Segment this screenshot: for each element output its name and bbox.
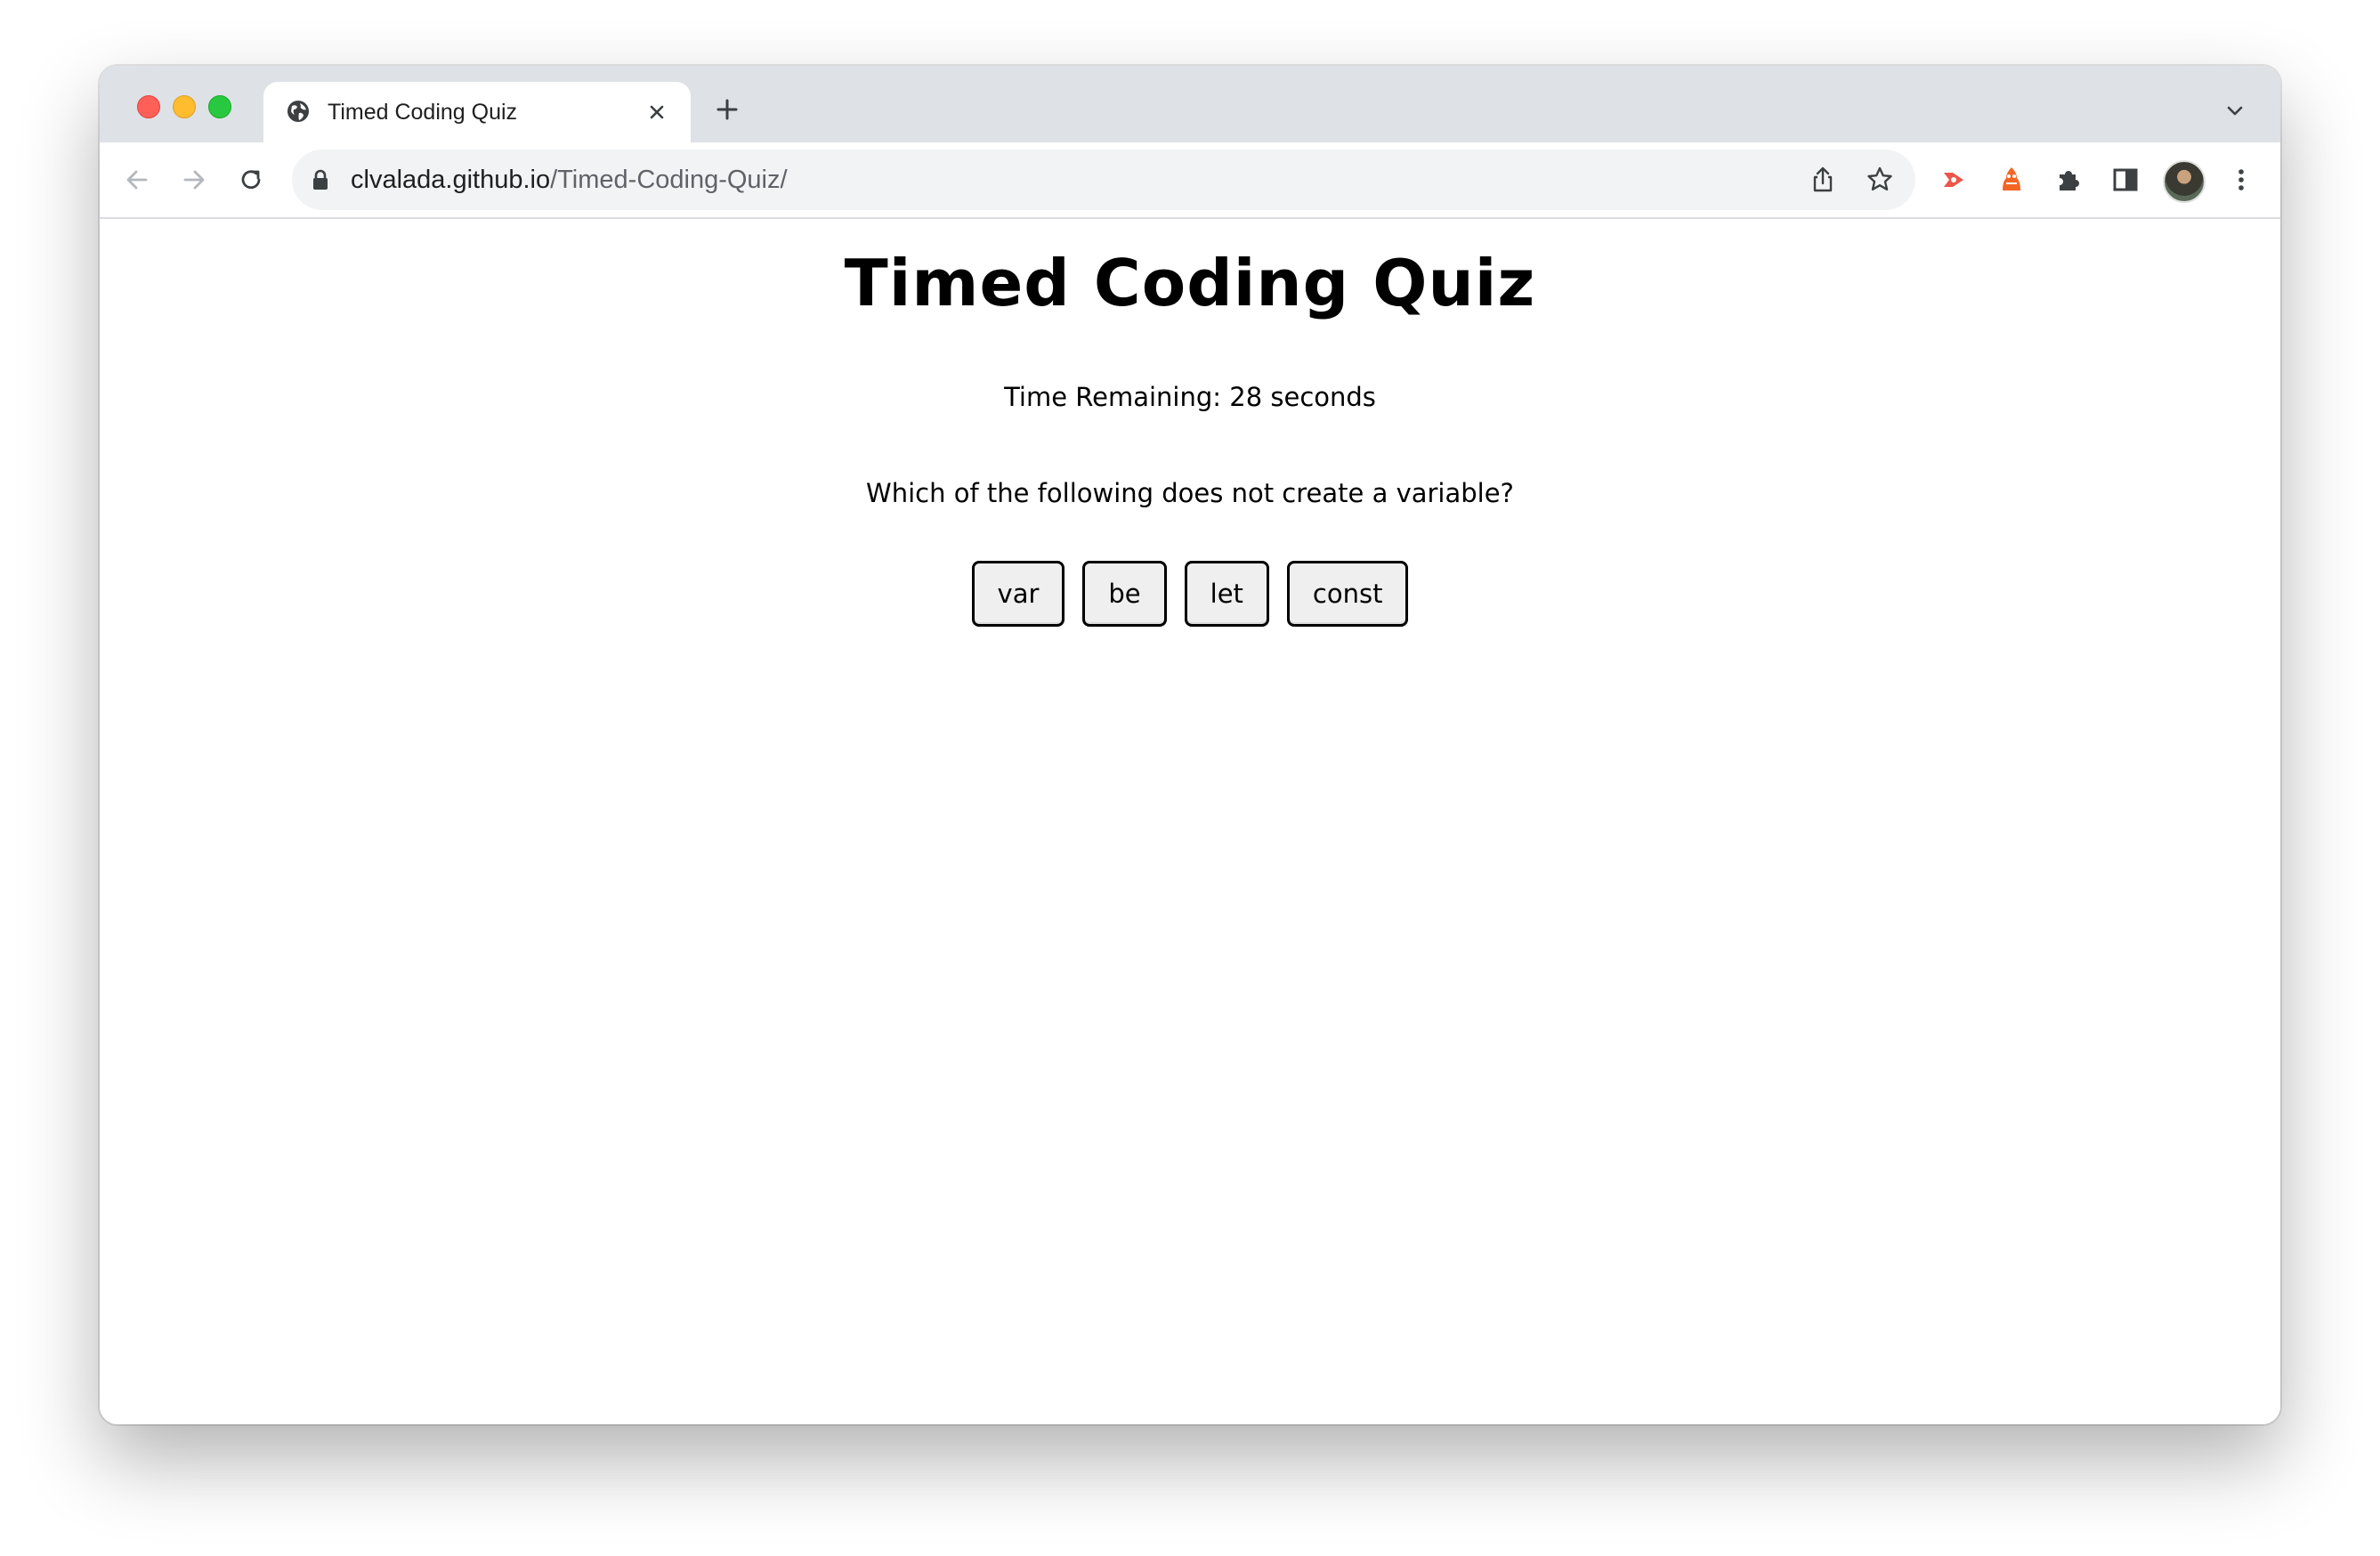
- tab-strip: Timed Coding Quiz: [100, 66, 2280, 142]
- side-panel-icon[interactable]: [2109, 164, 2141, 196]
- extension-record-icon[interactable]: [1939, 164, 1971, 196]
- close-window-button[interactable]: [137, 95, 160, 118]
- url-domain: clvalada.github.io: [351, 166, 551, 194]
- maximize-window-button[interactable]: [208, 95, 231, 118]
- browser-toolbar: clvalada.github.io/Timed-Coding-Quiz/: [100, 142, 2280, 219]
- reload-icon[interactable]: [235, 164, 267, 196]
- chevron-down-icon[interactable]: [2223, 100, 2246, 123]
- extensions-puzzle-icon[interactable]: [2052, 164, 2085, 196]
- profile-avatar[interactable]: [2163, 160, 2206, 203]
- bookmark-star-icon[interactable]: [1864, 164, 1896, 196]
- answer-button-let[interactable]: let: [1184, 561, 1269, 627]
- menu-kebab-icon[interactable]: [2225, 164, 2257, 196]
- url-path: /Timed-Coding-Quiz/: [550, 166, 788, 194]
- answer-button-var[interactable]: var: [971, 561, 1065, 627]
- forward-arrow-icon[interactable]: [178, 164, 210, 196]
- answer-button-be[interactable]: be: [1082, 561, 1167, 627]
- address-bar[interactable]: clvalada.github.io/Timed-Coding-Quiz/: [292, 150, 1915, 210]
- timer-text: Time Remaining: 28 seconds: [1004, 382, 1376, 412]
- page-content: Timed Coding Quiz Time Remaining: 28 sec…: [100, 219, 2280, 1424]
- url-text[interactable]: clvalada.github.io/Timed-Coding-Quiz/: [351, 164, 788, 196]
- page-title: Timed Coding Quiz: [844, 246, 1536, 320]
- back-arrow-icon[interactable]: [121, 164, 153, 196]
- tab-active[interactable]: Timed Coding Quiz: [263, 82, 691, 142]
- browser-window: Timed Coding Quiz clvalada.github.io/Tim…: [100, 66, 2280, 1424]
- globe-icon: [287, 101, 309, 122]
- extension-orange-icon[interactable]: [1995, 164, 2028, 196]
- question-text: Which of the following does not create a…: [866, 478, 1514, 508]
- tab-title: Timed Coding Quiz: [328, 100, 518, 125]
- answer-choices: var be let const: [100, 561, 2280, 627]
- answer-button-const[interactable]: const: [1286, 561, 1409, 627]
- minimize-window-button[interactable]: [173, 95, 196, 118]
- lock-icon[interactable]: [312, 169, 329, 190]
- share-icon[interactable]: [1807, 164, 1839, 196]
- new-tab-icon[interactable]: [714, 96, 741, 123]
- close-tab-icon[interactable]: [644, 100, 669, 125]
- screen: Timed Coding Quiz clvalada.github.io/Tim…: [0, 0, 2380, 1556]
